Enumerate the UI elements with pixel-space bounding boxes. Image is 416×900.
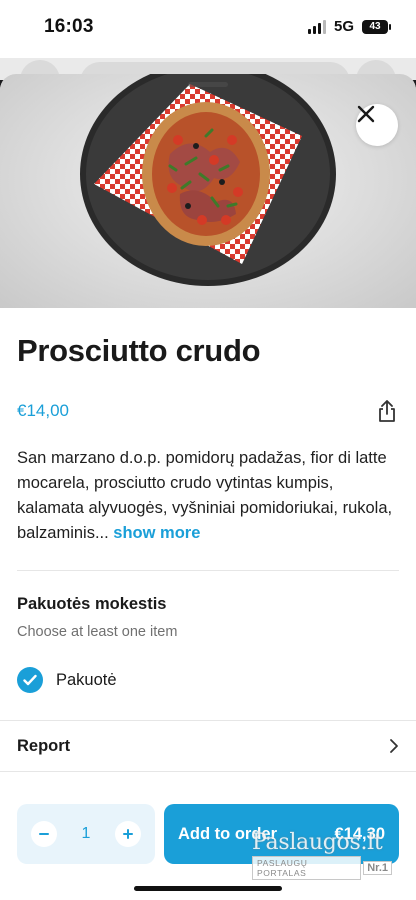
divider xyxy=(0,771,416,772)
options-section-subtitle: Choose at least one item xyxy=(17,624,178,640)
price-row: €14,00 xyxy=(17,398,399,424)
sheet-grabber[interactable] xyxy=(188,82,228,87)
plus-icon xyxy=(123,829,133,839)
product-title: Prosciutto crudo xyxy=(17,333,261,368)
close-icon xyxy=(357,105,375,123)
pizza-photo-icon xyxy=(80,74,336,286)
product-sheet: Prosciutto crudo €14,00 San marzano d.o.… xyxy=(0,74,416,900)
watermark-logo: Paslaugos.lt PASLAUGŲ PORTALAS Nr.1 xyxy=(252,830,392,880)
watermark-tagline-row: PASLAUGŲ PORTALAS Nr.1 xyxy=(252,856,392,880)
divider xyxy=(17,570,399,571)
signal-icon xyxy=(307,19,326,34)
product-image xyxy=(0,74,416,308)
watermark-badge: Nr.1 xyxy=(363,861,392,875)
options-section-title: Pakuotės mokestis xyxy=(17,595,167,613)
share-button[interactable] xyxy=(375,398,399,424)
status-indicators: 5G 43 xyxy=(307,18,391,35)
watermark-tagline: PASLAUGŲ PORTALAS xyxy=(252,856,362,880)
decrease-quantity-button[interactable] xyxy=(31,821,57,847)
product-description: San marzano d.o.p. pomidorų padažas, fio… xyxy=(17,446,399,546)
status-time: 16:03 xyxy=(44,16,94,37)
quantity-value: 1 xyxy=(81,825,91,842)
increase-quantity-button[interactable] xyxy=(115,821,141,847)
checkbox-checked[interactable] xyxy=(17,667,43,693)
close-button[interactable] xyxy=(356,104,398,146)
minus-icon xyxy=(39,833,49,835)
report-row[interactable]: Report xyxy=(17,721,399,771)
description-text: San marzano d.o.p. pomidorų padažas, fio… xyxy=(17,449,393,542)
chevron-right-icon xyxy=(390,739,398,753)
status-bar: 16:03 5G 43 xyxy=(0,0,416,58)
option-label: Pakuotė xyxy=(56,670,117,689)
option-item-pakuote[interactable]: Pakuotė xyxy=(17,666,399,694)
show-more-link[interactable]: show more xyxy=(113,524,200,542)
product-price: €14,00 xyxy=(17,401,69,420)
product-details: Prosciutto crudo €14,00 San marzano d.o.… xyxy=(0,332,416,772)
network-label: 5G xyxy=(333,18,354,35)
home-indicator[interactable] xyxy=(134,886,282,891)
battery-icon: 43 xyxy=(362,19,391,34)
share-icon xyxy=(379,400,395,422)
report-label: Report xyxy=(17,736,71,755)
quantity-stepper: 1 xyxy=(17,804,155,864)
battery-level: 43 xyxy=(369,21,381,32)
checkmark-icon xyxy=(23,674,37,686)
watermark-text: Paslaugos.lt xyxy=(252,830,383,855)
